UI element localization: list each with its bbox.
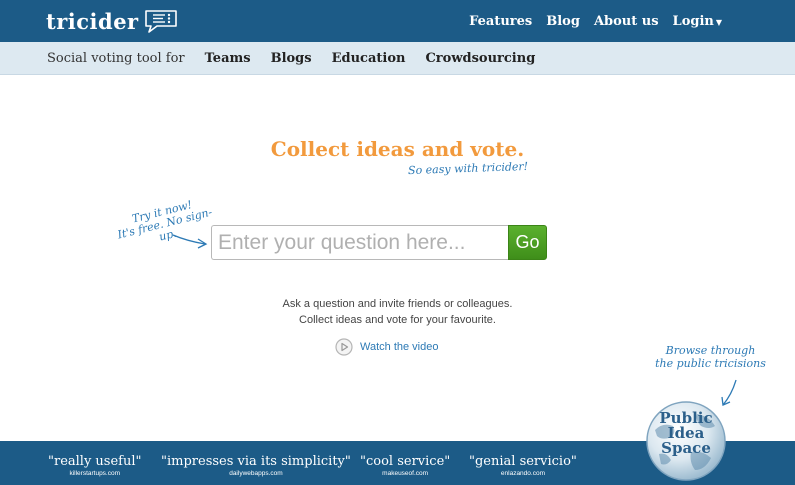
- description-line2: Collect ideas and vote for your favourit…: [299, 314, 496, 326]
- public-label-line3: Space: [661, 439, 711, 457]
- watch-video[interactable]: Watch the video: [335, 338, 438, 356]
- quote-item: "impresses via its simplicity" dailyweba…: [161, 454, 351, 477]
- question-input[interactable]: [211, 225, 508, 260]
- quote-source: enlazando.com: [500, 470, 545, 477]
- quote-text: "really useful": [48, 454, 142, 469]
- subnav-tagline: Social voting tool for: [47, 51, 185, 66]
- quote-item: "really useful" killerstartups.com: [48, 454, 142, 477]
- public-idea-space-label[interactable]: Public Idea Space: [645, 411, 727, 456]
- subnav-education-link[interactable]: Education: [332, 51, 406, 66]
- quote-text: "genial servicio": [469, 454, 577, 469]
- caret-down-icon: ▼: [715, 16, 722, 27]
- quote-source: killerstartups.com: [69, 470, 121, 477]
- nav-login-label: Login: [672, 13, 714, 29]
- watch-video-link[interactable]: Watch the video: [360, 341, 438, 353]
- quote-text: "cool service": [360, 454, 451, 469]
- browse-note: Browse through the public tricisions: [648, 344, 773, 370]
- nav-features-link[interactable]: Features: [469, 14, 532, 29]
- logo-text: tricider: [46, 8, 139, 34]
- quote-item: "genial servicio" enlazando.com: [469, 454, 577, 477]
- logo[interactable]: tricider: [46, 8, 179, 34]
- top-nav: Features Blog About us Login ▼: [469, 0, 722, 42]
- sub-nav-bar: Social voting tool for Teams Blogs Educa…: [0, 42, 795, 75]
- description: Ask a question and invite friends or col…: [0, 296, 795, 328]
- subnav-blogs-link[interactable]: Blogs: [271, 51, 312, 66]
- subnav-teams-link[interactable]: Teams: [205, 51, 251, 66]
- quote-source: dailywebapps.com: [229, 470, 283, 477]
- browse-line1: Browse through: [665, 344, 756, 357]
- go-button[interactable]: Go: [508, 225, 547, 260]
- question-form: Go: [211, 225, 547, 260]
- speech-bubble-logo-icon: [144, 10, 177, 33]
- quote-source: makeuseof.com: [382, 470, 429, 477]
- hero-subheadline: So easy with tricider!: [407, 159, 529, 178]
- arrow-icon: [172, 234, 208, 249]
- sub-nav: Social voting tool for Teams Blogs Educa…: [47, 42, 535, 75]
- browse-line2: the public tricisions: [655, 357, 766, 370]
- hero-headline: Collect ideas and vote.: [270, 137, 525, 161]
- description-line1: Ask a question and invite friends or col…: [282, 298, 513, 310]
- play-circle-icon: [335, 338, 353, 356]
- top-header: tricider Features Blog About us Login ▼: [0, 0, 795, 42]
- nav-login-dropdown[interactable]: Login ▼: [673, 14, 722, 29]
- quote-text: "impresses via its simplicity": [161, 454, 351, 469]
- nav-blog-link[interactable]: Blog: [546, 14, 580, 29]
- nav-about-link[interactable]: About us: [594, 14, 659, 29]
- quote-item: "cool service" makeuseof.com: [360, 454, 450, 477]
- subnav-crowdsourcing-link[interactable]: Crowdsourcing: [425, 51, 535, 66]
